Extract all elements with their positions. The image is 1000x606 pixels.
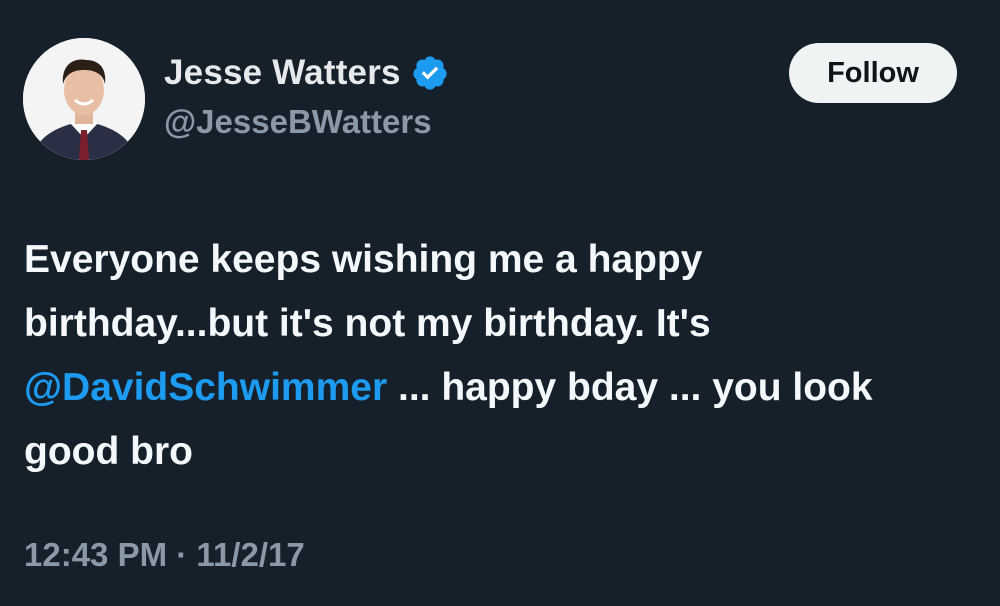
tweet-timestamp[interactable]: 12:43 PM · 11/2/17 bbox=[24, 536, 305, 574]
tweet-text-before: Everyone keeps wishing me a happy birthd… bbox=[24, 238, 711, 345]
profile-photo-icon bbox=[23, 38, 145, 160]
tweet-time: 12:43 PM bbox=[24, 536, 168, 573]
author-display-name[interactable]: Jesse Watters bbox=[164, 53, 401, 93]
follow-button[interactable]: Follow bbox=[789, 43, 957, 103]
author-name-row: Jesse Watters bbox=[164, 50, 449, 96]
tweet-date: 11/2/17 bbox=[196, 536, 305, 573]
tweet-text: Everyone keeps wishing me a happy birthd… bbox=[24, 228, 954, 484]
author-handle[interactable]: @JesseBWatters bbox=[164, 103, 432, 141]
avatar[interactable] bbox=[23, 38, 145, 160]
mention-link[interactable]: @DavidSchwimmer bbox=[24, 366, 387, 409]
verified-badge-icon bbox=[413, 56, 447, 90]
meta-separator: · bbox=[176, 536, 188, 573]
tweet-card: Jesse Watters @JesseBWatters Follow Ever… bbox=[0, 0, 1000, 606]
